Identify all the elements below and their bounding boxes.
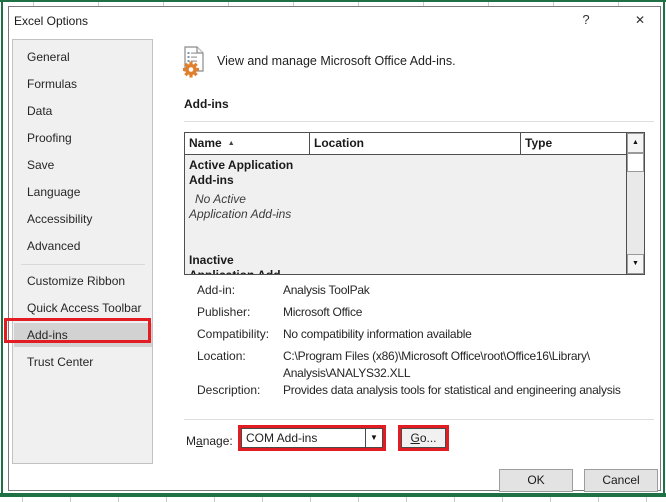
sidebar-item-customize-ribbon[interactable]: Customize Ribbon: [14, 268, 152, 295]
detail-label-compatibility: Compatibility:: [197, 326, 269, 343]
excel-gridline: [454, 497, 455, 502]
column-header-location-label: Location: [314, 136, 364, 150]
entry-no-active-line2: Application Add-ins: [189, 207, 291, 222]
detail-value-location-line1: C:\Program Files (x86)\Microsoft Office\…: [283, 348, 590, 365]
sidebar-item-accessibility[interactable]: Accessibility: [14, 206, 152, 233]
group-active-addins-line2: Add-ins: [189, 173, 234, 188]
detail-value-location-line2: Analysis\ANALYS32.XLL: [283, 365, 410, 382]
sidebar-item-save[interactable]: Save: [14, 152, 152, 179]
section-title-add-ins: Add-ins: [184, 97, 229, 111]
column-header-location[interactable]: Location: [310, 133, 521, 155]
excel-gridline: [310, 497, 311, 502]
excel-gridline: [262, 497, 263, 502]
scrollbar-thumb[interactable]: [627, 153, 644, 172]
excel-gridline: [406, 497, 407, 502]
excel-gridline: [214, 497, 215, 502]
add-ins-listbox: Name ▲ Location Type Active Application A…: [184, 132, 645, 275]
excel-gridline: [22, 497, 23, 502]
page-heading: View and manage Microsoft Office Add-ins…: [217, 54, 456, 68]
sidebar-item-general[interactable]: General: [14, 44, 152, 71]
detail-label-add-in: Add-in:: [197, 282, 235, 299]
list-scrollbar[interactable]: ▲ ▼: [626, 133, 644, 274]
column-header-name-label: Name: [189, 136, 222, 150]
sidebar-item-formulas[interactable]: Formulas: [14, 71, 152, 98]
ok-button[interactable]: OK: [499, 469, 573, 492]
dialog-title: Excel Options: [14, 12, 88, 30]
scrollbar-down-icon[interactable]: ▼: [627, 254, 644, 274]
red-annotation-box-dropdown: COM Add-ins ▼: [238, 425, 386, 451]
column-header-name[interactable]: Name ▲: [185, 133, 310, 155]
sidebar: General Formulas Data Proofing Save Lang…: [12, 39, 153, 464]
excel-gridline: [502, 497, 503, 502]
excel-options-dialog: Excel Options ? ✕ General Formulas Data …: [8, 6, 661, 491]
sidebar-item-trust-center[interactable]: Trust Center: [14, 349, 152, 376]
manage-label-pre: M: [186, 434, 196, 448]
sidebar-item-language[interactable]: Language: [14, 179, 152, 206]
detail-value-publisher: Microsoft Office: [283, 304, 362, 321]
excel-gridline: [550, 497, 551, 502]
detail-label-publisher: Publisher:: [197, 304, 250, 321]
section-divider: [184, 121, 654, 122]
manage-label-post: nage:: [203, 434, 233, 448]
group-active-addins-line1: Active Application: [189, 158, 293, 173]
help-icon[interactable]: ?: [575, 10, 597, 30]
group-inactive-addins-line2: Application Add: [189, 268, 281, 274]
excel-gridline: [646, 497, 647, 502]
go-button-rest: o...: [420, 431, 437, 445]
list-header-row: Name ▲ Location Type: [185, 133, 626, 155]
cancel-button[interactable]: Cancel: [584, 469, 658, 492]
chevron-down-icon[interactable]: ▼: [365, 429, 382, 447]
excel-bottom-bar: [0, 493, 666, 497]
excel-border-right: [663, 0, 665, 495]
detail-label-location: Location:: [197, 348, 246, 365]
excel-gridline: [598, 497, 599, 502]
detail-value-add-in: Analysis ToolPak: [283, 282, 370, 299]
sidebar-divider: [21, 264, 145, 265]
excel-gridline: [358, 497, 359, 502]
manage-dropdown[interactable]: COM Add-ins ▼: [241, 428, 383, 448]
go-button-accel: G: [410, 431, 419, 445]
red-annotation-box-add-ins: [4, 318, 151, 343]
entry-no-active-line1: No Active: [195, 192, 246, 207]
sidebar-item-data[interactable]: Data: [14, 98, 152, 125]
detail-label-description: Description:: [197, 382, 260, 399]
excel-gridline: [70, 497, 71, 502]
addin-document-gear-icon: [182, 46, 210, 78]
close-icon[interactable]: ✕: [629, 10, 651, 30]
column-header-type[interactable]: Type: [521, 133, 626, 155]
excel-gridline: [118, 497, 119, 502]
group-inactive-addins-line1: Inactive: [189, 253, 234, 268]
sort-ascending-icon: ▲: [228, 140, 235, 147]
excel-border-left: [1, 0, 3, 495]
detail-value-compatibility: No compatibility information available: [283, 326, 472, 343]
list-body: Active Application Add-ins No Active App…: [185, 155, 626, 274]
excel-border-top: [0, 0, 666, 2]
manage-dropdown-value: COM Add-ins: [242, 429, 365, 447]
manage-divider: [184, 419, 654, 420]
manage-label: Manage:: [186, 431, 233, 451]
go-button[interactable]: Go...: [401, 428, 446, 448]
excel-gridline: [166, 497, 167, 502]
sidebar-item-advanced[interactable]: Advanced: [14, 233, 152, 260]
red-annotation-box-go: Go...: [398, 425, 449, 451]
scrollbar-up-icon[interactable]: ▲: [627, 133, 644, 153]
sidebar-item-proofing[interactable]: Proofing: [14, 125, 152, 152]
column-header-type-label: Type: [525, 136, 552, 150]
manage-label-accel: a: [196, 434, 203, 448]
detail-value-description: Provides data analysis tools for statist…: [283, 382, 621, 399]
add-ins-list: Name ▲ Location Type Active Application A…: [185, 133, 626, 274]
